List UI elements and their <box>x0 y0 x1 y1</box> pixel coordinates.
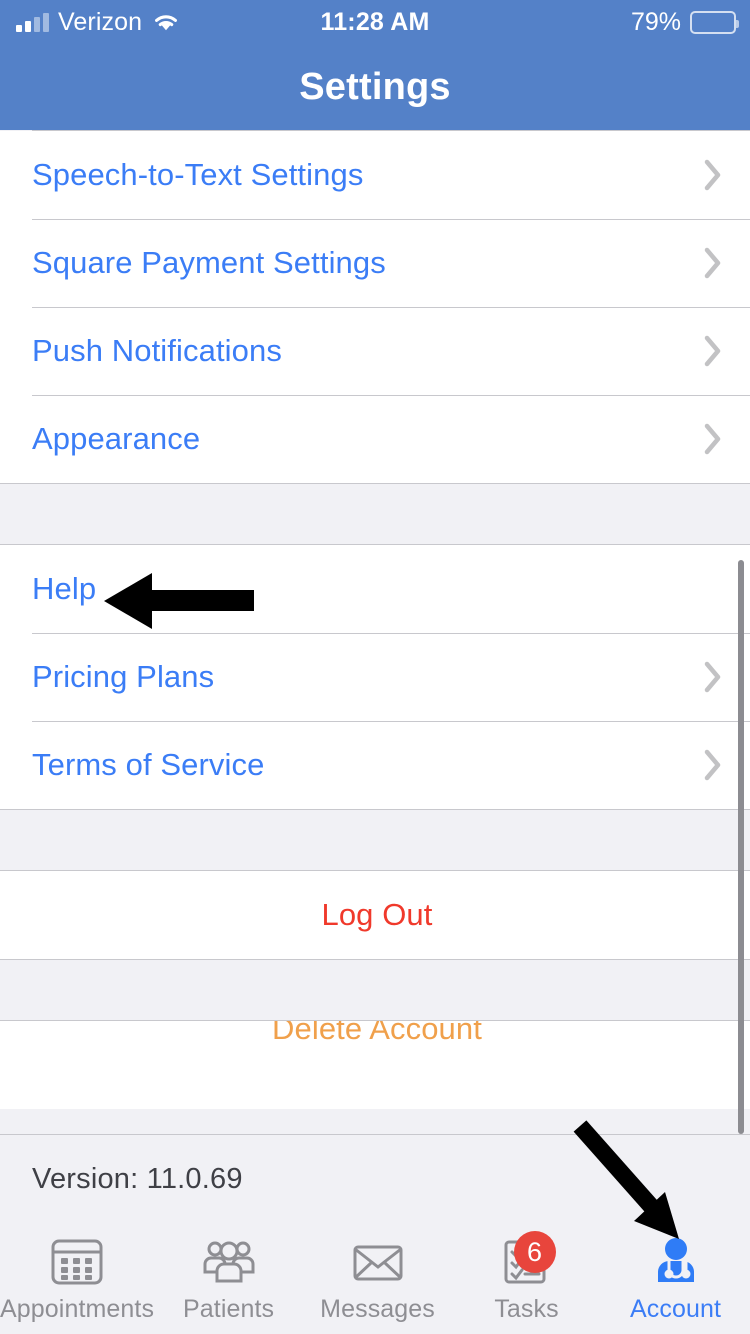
tab-messages[interactable]: Messages <box>303 1229 452 1334</box>
row-label: Help <box>32 571 97 606</box>
settings-section-support: Help Pricing Plans Terms of Service <box>0 545 750 809</box>
tab-appointments[interactable]: Appointments <box>0 1229 154 1334</box>
row-label: Push Notifications <box>32 333 282 368</box>
settings-row-square-payment[interactable]: Square Payment Settings <box>0 219 750 307</box>
checklist-icon: 6 <box>496 1231 558 1291</box>
row-label: Delete Account <box>272 1021 482 1046</box>
delete-account-button[interactable]: Delete Account <box>0 1021 750 1109</box>
tab-tasks[interactable]: 6 Tasks <box>452 1229 601 1334</box>
row-label: Log Out <box>321 897 433 932</box>
row-label: Square Payment Settings <box>32 245 386 280</box>
row-label: Terms of Service <box>32 747 265 782</box>
tab-bar-area: Version: 11.0.69 Appointments Patients M… <box>0 1134 750 1334</box>
version-label: Version: 11.0.69 <box>32 1163 243 1195</box>
doctor-stethoscope-icon <box>645 1233 707 1291</box>
settings-row-appearance[interactable]: Appearance <box>0 395 750 483</box>
settings-row-terms-of-service[interactable]: Terms of Service <box>0 721 750 809</box>
chevron-right-icon <box>704 423 721 455</box>
chevron-right-icon <box>704 159 721 191</box>
chevron-right-icon <box>704 247 721 279</box>
row-label: Speech-to-Text Settings <box>32 157 364 192</box>
chevron-right-icon <box>704 749 721 781</box>
status-bar: Verizon 11:28 AM 79% <box>0 0 750 44</box>
tab-patients[interactable]: Patients <box>154 1229 303 1334</box>
section-gap <box>0 809 750 871</box>
settings-row-speech-to-text[interactable]: Speech-to-Text Settings <box>0 131 750 219</box>
settings-section-general: Speech-to-Text Settings Square Payment S… <box>0 131 750 483</box>
tab-label: Appointments <box>0 1295 155 1323</box>
people-group-icon <box>198 1233 260 1291</box>
vertical-scrollbar[interactable] <box>738 560 744 1134</box>
calendar-icon <box>46 1233 108 1291</box>
tab-label: Tasks <box>494 1295 559 1323</box>
phone-screen: Verizon 11:28 AM 79% Settings Speech-to-… <box>0 0 750 1334</box>
row-label: Appearance <box>32 421 201 456</box>
status-bar-right: 79% <box>630 0 739 44</box>
chevron-right-icon <box>704 335 721 367</box>
navigation-bar: Settings <box>0 44 750 130</box>
tab-label: Messages <box>320 1295 435 1323</box>
tab-account[interactable]: Account <box>601 1229 750 1334</box>
settings-section-delete-account: Delete Account <box>0 1021 750 1109</box>
logout-button[interactable]: Log Out <box>0 871 750 959</box>
settings-row-push-notifications[interactable]: Push Notifications <box>0 307 750 395</box>
tab-label: Account <box>630 1295 722 1323</box>
settings-row-pricing-plans[interactable]: Pricing Plans <box>0 633 750 721</box>
chevron-right-icon <box>704 661 721 693</box>
envelope-icon <box>347 1233 409 1291</box>
section-gap <box>0 959 750 1021</box>
settings-section-logout: Log Out <box>0 871 750 959</box>
tab-bar: Appointments Patients Messages 6 Tasks A… <box>0 1229 750 1334</box>
row-label: Pricing Plans <box>32 659 215 694</box>
battery-icon <box>690 10 739 34</box>
settings-row-help[interactable]: Help <box>0 545 750 633</box>
settings-list[interactable]: Speech-to-Text Settings Square Payment S… <box>0 130 750 1134</box>
page-title: Settings <box>299 65 451 108</box>
tasks-badge: 6 <box>513 1231 556 1273</box>
tab-label: Patients <box>183 1295 275 1323</box>
section-gap <box>0 483 750 545</box>
battery-percent-label: 79% <box>630 7 681 36</box>
